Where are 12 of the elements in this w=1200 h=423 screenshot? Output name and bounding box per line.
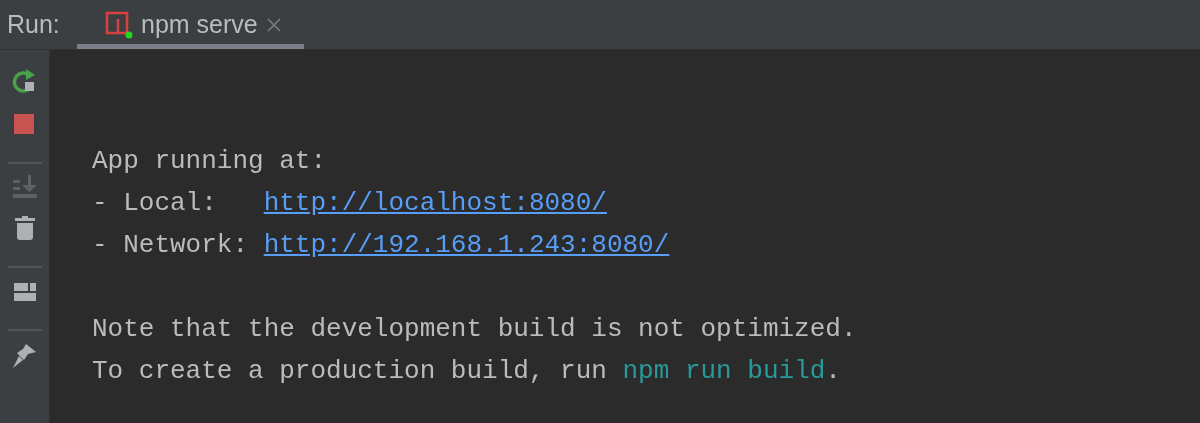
close-icon[interactable]	[265, 16, 282, 33]
url-link[interactable]: http://localhost:8080/	[263, 182, 607, 224]
npm-run-icon	[105, 10, 133, 39]
console-text: Note that the development build is not optimized.	[92, 313, 857, 346]
console-text: To create a production build, run	[92, 355, 608, 388]
url-link[interactable]: http://192.168.1.243:8080/	[263, 224, 670, 266]
command-text: npm run build	[622, 355, 826, 388]
console-text: - Local:	[92, 187, 218, 220]
console-text: .	[825, 355, 841, 388]
console-text: App running at:	[92, 145, 327, 178]
console-text: - Network:	[92, 229, 250, 262]
run-label: Run:	[6, 9, 61, 40]
